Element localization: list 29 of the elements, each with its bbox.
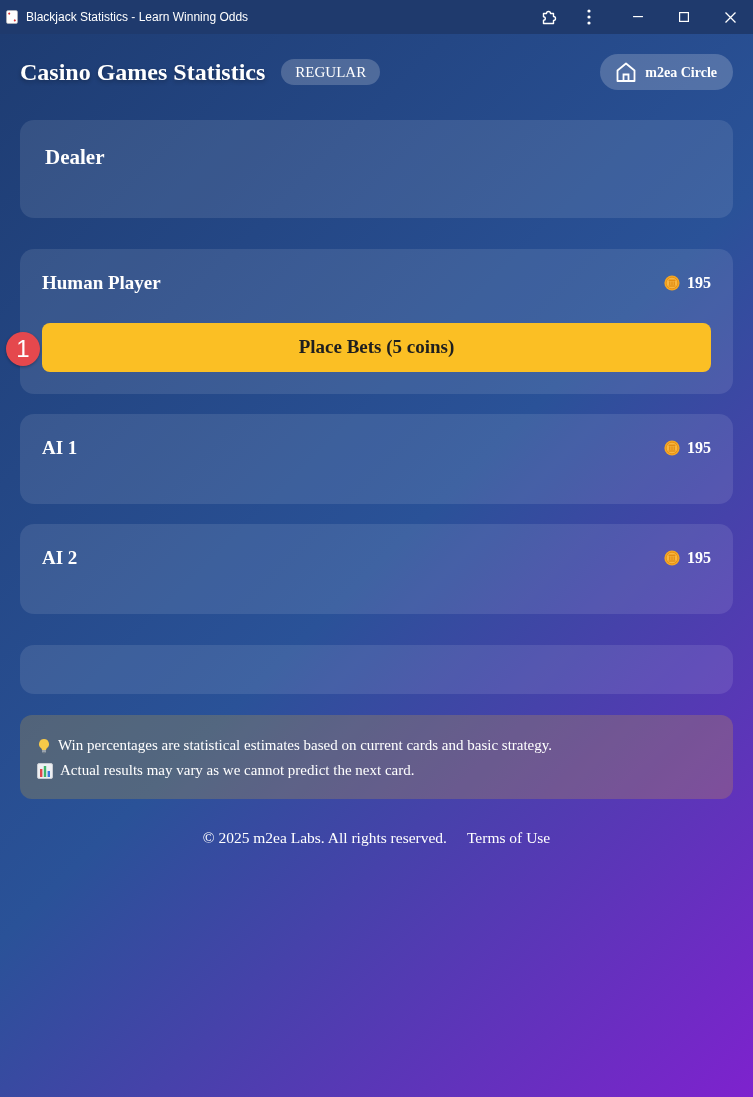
coin-icon xyxy=(664,275,680,291)
minimize-icon[interactable] xyxy=(633,16,643,18)
step-marker: 1 xyxy=(6,332,40,366)
copyright-text: © 2025 m2ea Labs. All rights reserved. xyxy=(202,828,447,848)
maximize-icon[interactable] xyxy=(679,12,689,22)
playing-card-icon xyxy=(6,10,18,24)
more-options-icon[interactable] xyxy=(587,9,591,25)
coin-icon xyxy=(664,440,680,456)
coin-icon xyxy=(664,550,680,566)
note-text: Actual results may vary as we cannot predict the next card. xyxy=(60,761,415,780)
note-text: Win percentages are statistical estimates based on current cards and basic strategy. xyxy=(58,736,553,755)
home-button[interactable]: m2ea Circle xyxy=(600,54,733,90)
mode-badge: REGULAR xyxy=(281,59,381,85)
player-name: AI 1 xyxy=(42,436,78,460)
coin-count: 195 xyxy=(687,438,711,458)
puzzle-icon[interactable] xyxy=(541,8,557,26)
player-name: Human Player xyxy=(42,271,161,295)
home-icon xyxy=(616,62,637,82)
player-name: AI 2 xyxy=(42,546,78,570)
window-title: Blackjack Statistics - Learn Winning Odds xyxy=(26,9,249,26)
close-icon[interactable] xyxy=(724,11,736,23)
app-title: Casino Games Statistics xyxy=(20,58,266,87)
place-bets-button[interactable]: Place Bets (5 coins) xyxy=(42,323,711,372)
coin-count: 195 xyxy=(687,548,711,568)
lightbulb-icon xyxy=(37,737,51,754)
coin-count: 195 xyxy=(687,273,711,293)
terms-link[interactable]: Terms of Use xyxy=(466,827,551,849)
dealer-name: Dealer xyxy=(45,144,106,170)
bar-chart-icon xyxy=(37,762,53,779)
